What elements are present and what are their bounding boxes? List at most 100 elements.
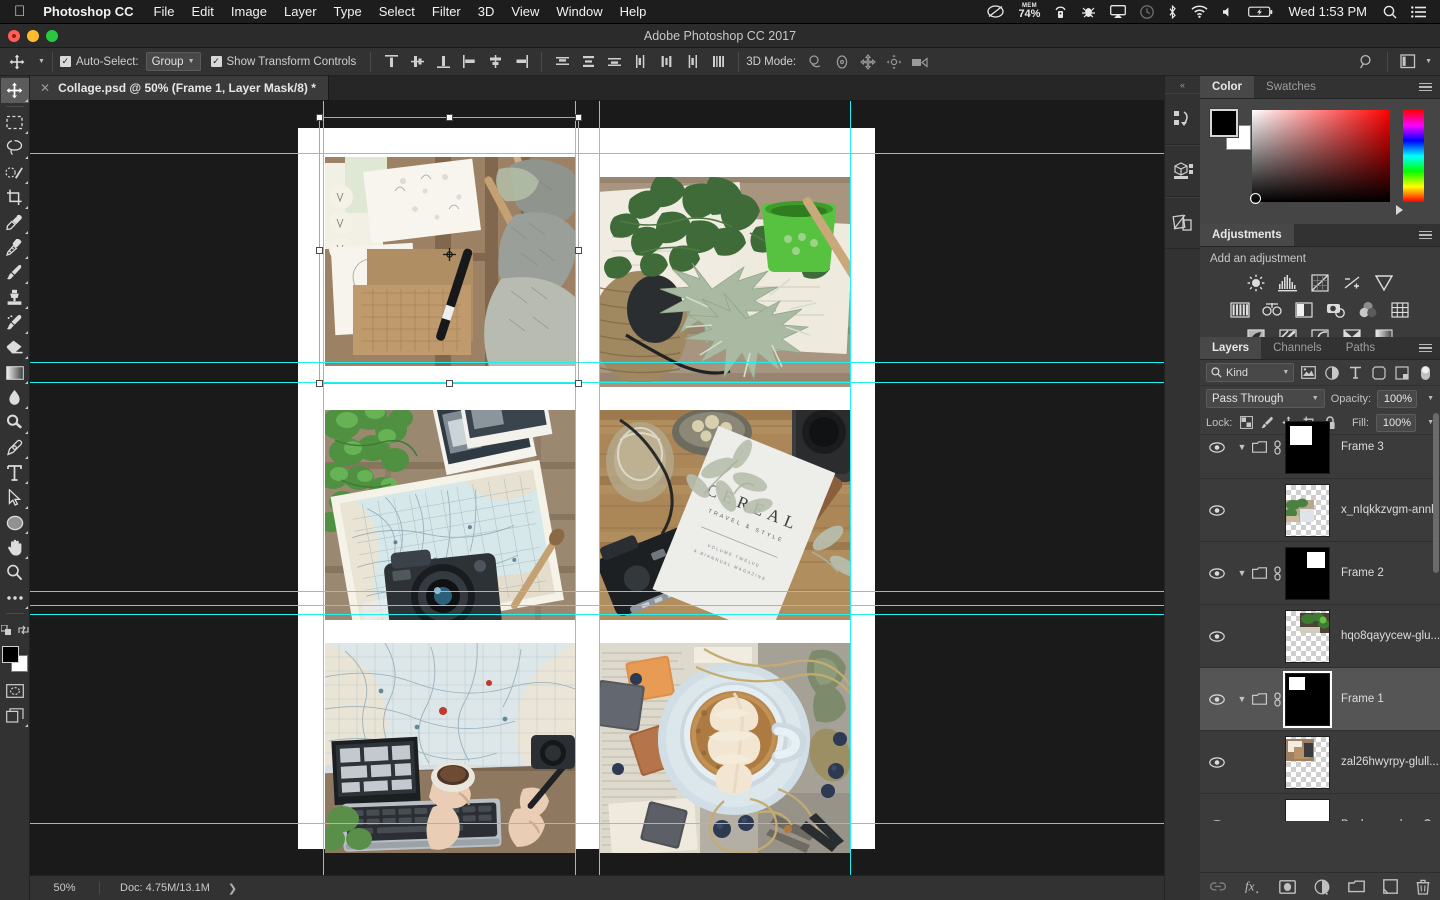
photo-latte[interactable] (600, 643, 850, 853)
ellipse-tool[interactable] (1, 510, 29, 535)
add-layer-style-icon[interactable]: fx (1244, 879, 1261, 894)
adjustments-panel-menu-icon[interactable] (1411, 224, 1440, 246)
layer-thumbnail[interactable] (1285, 735, 1330, 789)
align-right-edges-button[interactable] (508, 51, 534, 73)
transform-handle-middle-left[interactable] (316, 247, 323, 254)
volume-icon[interactable] (1222, 6, 1234, 18)
zoom-level-field[interactable]: 50% (30, 882, 100, 894)
tab-channels[interactable]: Channels (1261, 337, 1334, 359)
rotate-3d-object-button[interactable] (803, 51, 829, 73)
table-row[interactable]: hqo8qayycew-glu... (1200, 605, 1440, 668)
color-lookup-icon[interactable] (1388, 299, 1412, 320)
hue-slider-marker[interactable] (1396, 205, 1403, 215)
blur-tool[interactable] (1, 385, 29, 410)
opacity-value-field[interactable]: 100% (1377, 389, 1418, 408)
transform-handle-top-right[interactable] (575, 114, 582, 121)
spot-healing-brush-tool[interactable] (1, 235, 29, 260)
menu-filter[interactable]: Filter (432, 4, 461, 19)
roll-3d-object-button[interactable] (829, 51, 855, 73)
chevron-down-icon[interactable]: ▼ (1425, 58, 1432, 65)
eraser-tool[interactable] (1, 335, 29, 360)
layer-visibility-toggle[interactable] (1200, 819, 1234, 821)
levels-icon[interactable] (1276, 272, 1300, 293)
foreground-color-swatch[interactable] (1, 646, 19, 663)
vibrance-icon[interactable] (1372, 272, 1396, 293)
distribute-left-edges-button[interactable] (627, 51, 653, 73)
menubar-clock[interactable]: Wed 1:53 PM (1288, 4, 1367, 19)
layer-visibility-toggle[interactable] (1200, 567, 1234, 579)
color-field[interactable] (1250, 110, 1390, 204)
layer-name[interactable]: Frame 3 (1330, 441, 1440, 453)
foreground-color-swatch[interactable] (1209, 108, 1239, 138)
new-layer-icon[interactable] (1383, 879, 1398, 894)
layer-thumbnail[interactable] (1285, 609, 1330, 663)
delete-layer-icon[interactable] (1416, 879, 1430, 895)
group-expand-chevron-down-icon[interactable]: ▼ (1234, 442, 1250, 452)
maximize-button[interactable] (46, 30, 58, 42)
photo-filter-icon[interactable] (1324, 299, 1348, 320)
menu-app-name[interactable]: Photoshop CC (43, 4, 133, 19)
filter-toggle-icon[interactable] (1417, 363, 1434, 382)
tab-color[interactable]: Color (1200, 76, 1255, 98)
menu-image[interactable]: Image (231, 4, 267, 19)
guide-horizontal[interactable] (30, 823, 1164, 824)
bluetooth-icon[interactable] (1168, 4, 1177, 19)
clone-stamp-tool[interactable] (1, 285, 29, 310)
guide-horizontal[interactable] (30, 362, 1164, 363)
document-tab[interactable]: ✕ Collage.psd @ 50% (Frame 1, Layer Mask… (30, 76, 329, 100)
move-tool[interactable] (0, 78, 29, 103)
distribute-top-edges-button[interactable] (549, 51, 575, 73)
menu-help[interactable]: Help (620, 4, 647, 19)
hue-slider[interactable] (1403, 110, 1424, 202)
battery-charging-icon[interactable] (1248, 6, 1274, 18)
distribute-spacing-button[interactable] (705, 51, 731, 73)
move-tool-icon[interactable] (0, 54, 34, 70)
libraries-panel-icon[interactable] (1165, 197, 1200, 249)
zoom-tool[interactable] (1, 560, 29, 585)
channel-mixer-icon[interactable] (1356, 299, 1380, 320)
layer-visibility-toggle[interactable] (1200, 756, 1234, 768)
chevron-right-icon[interactable]: ❯ (228, 882, 237, 895)
quick-selection-tool[interactable] (1, 160, 29, 185)
add-layer-mask-icon[interactable] (1279, 879, 1296, 894)
color-swatches[interactable] (1, 646, 28, 672)
layer-mask-link-icon[interactable] (1269, 439, 1285, 455)
search-icon[interactable] (1354, 51, 1380, 73)
show-transform-controls-checkbox[interactable]: ✓ (210, 56, 222, 67)
layer-visibility-toggle[interactable] (1200, 693, 1234, 705)
distribute-bottom-edges-button[interactable] (601, 51, 627, 73)
align-top-edges-button[interactable] (378, 51, 404, 73)
align-horizontal-centers-button[interactable] (482, 51, 508, 73)
align-bottom-edges-button[interactable] (430, 51, 456, 73)
photo-cereal-magazine[interactable]: CEREAL TRAVEL & STYLE VOLUME TWELVE A BI… (600, 410, 850, 620)
layer-name[interactable]: Frame 1 (1330, 693, 1440, 705)
layer-visibility-toggle[interactable] (1200, 441, 1234, 453)
layer-name[interactable]: x_nIqkkzvgm-annl... (1330, 504, 1440, 516)
filter-type-icon[interactable] (1347, 363, 1364, 382)
menu-layer[interactable]: Layer (284, 4, 317, 19)
color-balance-icon[interactable] (1260, 299, 1284, 320)
menu-window[interactable]: Window (556, 4, 602, 19)
edit-toolbar-tool[interactable] (1, 585, 29, 610)
opacity-chevron-down-icon[interactable]: ▼ (1427, 395, 1434, 402)
layer-mask-thumbnail[interactable] (1285, 546, 1330, 600)
spotlight-search-icon[interactable] (1383, 5, 1397, 19)
guide-horizontal[interactable] (30, 153, 1164, 154)
dodge-tool[interactable] (1, 410, 29, 435)
eyedropper-tool[interactable] (1, 210, 29, 235)
transform-handle-bottom-left[interactable] (316, 380, 323, 387)
canvas-area[interactable]: CEREAL TRAVEL & STYLE VOLUME TWELVE A BI… (30, 101, 1164, 875)
guide-horizontal[interactable] (30, 605, 1164, 606)
crop-tool[interactable] (1, 185, 29, 210)
memory-icon[interactable]: MEM 74% (1018, 3, 1040, 20)
minimize-button[interactable] (27, 30, 39, 42)
transform-bounding-box[interactable] (316, 114, 582, 387)
creative-cloud-icon[interactable] (987, 5, 1005, 18)
brightness-contrast-icon[interactable] (1244, 272, 1268, 293)
table-row[interactable]: ▼ Frame 1 (1200, 668, 1440, 731)
table-row[interactable]: Background (1200, 794, 1440, 821)
transform-handle-bottom-right[interactable] (575, 380, 582, 387)
tab-swatches[interactable]: Swatches (1254, 76, 1328, 98)
exposure-icon[interactable] (1340, 272, 1364, 293)
layer-visibility-toggle[interactable] (1200, 630, 1234, 642)
